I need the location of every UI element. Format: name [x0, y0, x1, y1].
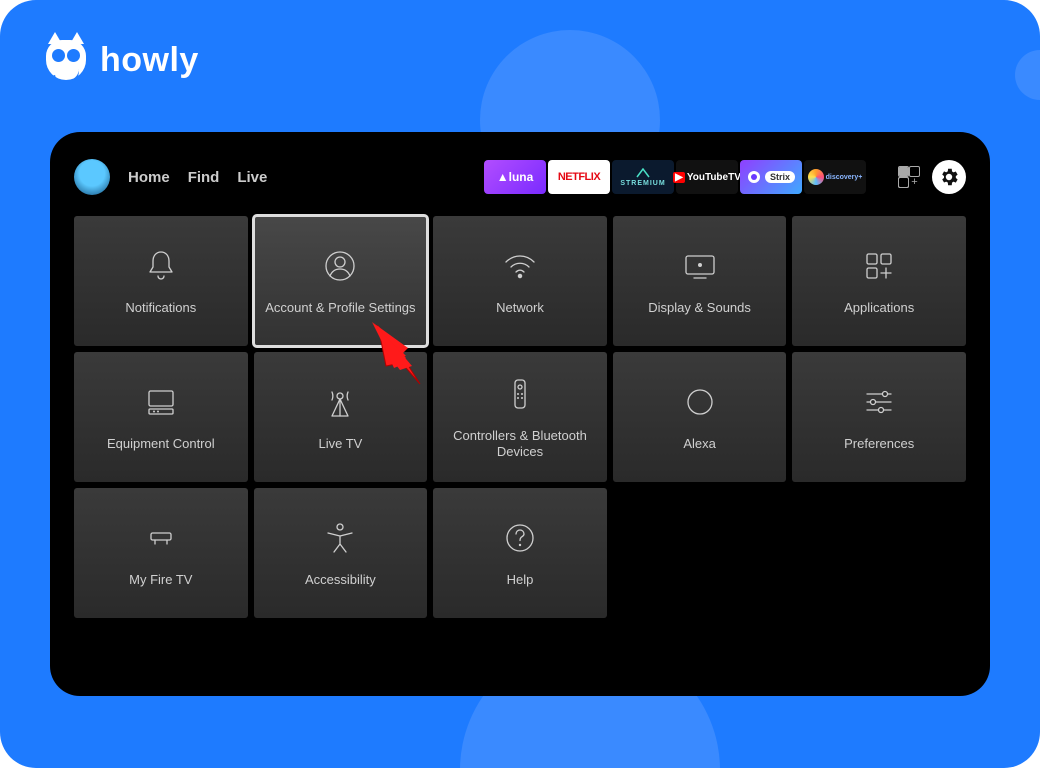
app-discovery-label: discovery+	[826, 174, 863, 181]
app-stremium-label: STREMIUM	[620, 180, 665, 187]
tile-preferences[interactable]: Preferences	[792, 352, 966, 482]
apps-grid-icon[interactable]: +	[898, 166, 920, 188]
help-icon	[500, 518, 540, 558]
app-luna[interactable]: ▲ luna	[484, 160, 546, 194]
display-icon	[680, 246, 720, 286]
tile-my-fire-tv[interactable]: My Fire TV	[74, 488, 248, 618]
tile-live-tv[interactable]: Live TV	[254, 352, 428, 482]
app-youtube-label: YouTubeTV	[687, 172, 741, 183]
tile-label: Controllers & Bluetooth Devices	[433, 428, 607, 461]
top-icons: +	[898, 160, 966, 194]
tile-alexa[interactable]: Alexa	[613, 352, 787, 482]
tile-label: Network	[488, 300, 552, 316]
app-strix[interactable]: Strix	[740, 160, 802, 194]
brand: howly	[46, 40, 199, 80]
tile-label: Equipment Control	[99, 436, 223, 452]
tile-label: Live TV	[310, 436, 370, 452]
tile-label: Notifications	[117, 300, 204, 316]
app-strix-label: Strix	[765, 171, 795, 183]
accessibility-icon	[320, 518, 360, 558]
tile-label: Preferences	[836, 436, 922, 452]
tile-label: My Fire TV	[121, 572, 200, 588]
remote-icon	[500, 374, 540, 414]
app-stremium[interactable]: STREMIUM	[612, 160, 674, 194]
howly-owl-icon	[46, 40, 86, 80]
profile-avatar[interactable]	[74, 159, 110, 195]
app-row: ▲ luna NETFLIX STREMIUM ▶YouTubeTV Strix…	[484, 160, 866, 194]
tile-equipment-control[interactable]: Equipment Control	[74, 352, 248, 482]
profile-icon	[320, 246, 360, 286]
apps-icon	[859, 246, 899, 286]
firetv-icon	[141, 518, 181, 558]
tile-network[interactable]: Network	[433, 216, 607, 346]
nav-find[interactable]: Find	[188, 169, 220, 186]
settings-grid: Notifications Account & Profile Settings…	[74, 216, 966, 618]
brand-name: howly	[100, 41, 199, 80]
page-card: howly Home Find Live ▲ luna NETFLIX STRE…	[0, 0, 1040, 768]
app-discovery[interactable]: discovery+	[804, 160, 866, 194]
tile-label: Account & Profile Settings	[257, 300, 423, 316]
sliders-icon	[859, 382, 899, 422]
tile-applications[interactable]: Applications	[792, 216, 966, 346]
tile-help[interactable]: Help	[433, 488, 607, 618]
tile-label: Display & Sounds	[640, 300, 759, 316]
screenshot-frame: Home Find Live ▲ luna NETFLIX STREMIUM ▶…	[50, 132, 990, 696]
discovery-swirl-icon	[808, 169, 824, 185]
tile-account-profile[interactable]: Account & Profile Settings	[254, 216, 428, 346]
alexa-icon	[680, 382, 720, 422]
tile-controllers-bluetooth[interactable]: Controllers & Bluetooth Devices	[433, 352, 607, 482]
app-netflix[interactable]: NETFLIX	[548, 160, 610, 194]
nav-live[interactable]: Live	[237, 169, 267, 186]
nav-home[interactable]: Home	[128, 169, 170, 186]
tile-label: Applications	[836, 300, 922, 316]
antenna-icon	[320, 382, 360, 422]
equipment-icon	[141, 382, 181, 422]
tile-notifications[interactable]: Notifications	[74, 216, 248, 346]
tile-label: Alexa	[675, 436, 724, 452]
tile-label: Accessibility	[297, 572, 384, 588]
tile-accessibility[interactable]: Accessibility	[254, 488, 428, 618]
app-youtubetv[interactable]: ▶YouTubeTV	[676, 160, 738, 194]
wifi-icon	[500, 246, 540, 286]
app-luna-label: luna	[509, 170, 534, 184]
tile-display-sounds[interactable]: Display & Sounds	[613, 216, 787, 346]
tile-label: Help	[499, 572, 542, 588]
top-bar: Home Find Live ▲ luna NETFLIX STREMIUM ▶…	[74, 154, 966, 200]
bg-bubble	[1015, 50, 1040, 100]
bell-icon	[141, 246, 181, 286]
settings-gear-button[interactable]	[932, 160, 966, 194]
